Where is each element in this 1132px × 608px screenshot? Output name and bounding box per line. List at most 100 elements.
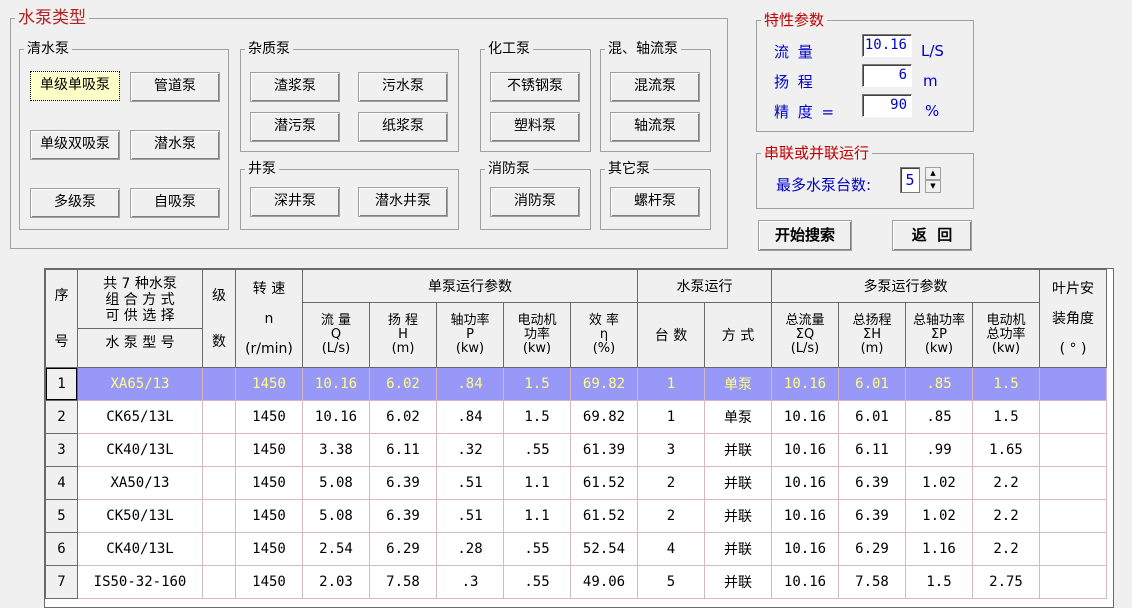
cell-total-flow[interactable]: 10.16 [771,532,839,566]
back-button[interactable]: 返 回 [892,220,972,251]
cell-shaft-power[interactable]: .84 [436,400,504,434]
row-index[interactable]: 6 [45,532,78,566]
table-row[interactable]: 1 XA65/13 1450 10.16 6.02 .84 1.5 69.82 … [45,367,1107,401]
cell-blade-angle[interactable] [1039,400,1107,434]
cell-head[interactable]: 6.02 [369,400,437,434]
cell-efficiency[interactable]: 49.06 [570,565,638,599]
cell-blade-angle[interactable] [1039,499,1107,533]
spin-up-icon[interactable]: ▲ [925,167,941,180]
row-index[interactable]: 5 [45,499,78,533]
single-stage-single-suction-button[interactable]: 单级单吸泵 [30,71,120,101]
cell-speed[interactable]: 1450 [235,499,303,533]
spin-down-icon[interactable]: ▼ [925,180,941,193]
cell-speed[interactable]: 1450 [235,433,303,467]
cell-total-head[interactable]: 6.39 [838,499,906,533]
cell-total-motor-power[interactable]: 2.75 [972,565,1040,599]
cell-flow[interactable]: 5.08 [302,499,370,533]
cell-head[interactable]: 6.02 [369,367,437,401]
accuracy-input[interactable]: 90 [862,94,912,117]
cell-total-head[interactable]: 6.39 [838,466,906,500]
table-row[interactable]: 6 CK40/13L 1450 2.54 6.29 .28 .55 52.54 … [45,532,1107,566]
cell-blade-angle[interactable] [1039,433,1107,467]
submersible-sewage-pump-button[interactable]: 潜污泵 [250,112,340,142]
cell-speed[interactable]: 1450 [235,400,303,434]
table-row[interactable]: 5 CK50/13L 1450 5.08 6.39 .51 1.1 61.52 … [45,499,1107,533]
pipeline-pump-button[interactable]: 管道泵 [130,72,220,102]
cell-model[interactable]: XA65/13 [77,367,203,401]
cell-blade-angle[interactable] [1039,565,1107,599]
plastic-pump-button[interactable]: 塑料泵 [490,112,580,142]
cell-motor-power[interactable]: 1.1 [503,499,571,533]
cell-model[interactable]: CK50/13L [77,499,203,533]
cell-flow[interactable]: 3.38 [302,433,370,467]
cell-head[interactable]: 6.29 [369,532,437,566]
row-index[interactable]: 7 [45,565,78,599]
cell-speed[interactable]: 1450 [235,466,303,500]
cell-count[interactable]: 4 [637,532,705,566]
cell-total-motor-power[interactable]: 2.2 [972,532,1040,566]
cell-model[interactable]: CK40/13L [77,532,203,566]
cell-count[interactable]: 5 [637,565,705,599]
cell-total-shaft-power[interactable]: 1.02 [905,499,973,533]
cell-motor-power[interactable]: 1.1 [503,466,571,500]
cell-total-shaft-power[interactable]: 1.16 [905,532,973,566]
submersible-pump-button[interactable]: 潜水泵 [130,130,220,160]
cell-total-shaft-power[interactable]: 1.02 [905,466,973,500]
cell-mode[interactable]: 并联 [704,466,772,500]
cell-total-motor-power[interactable]: 2.2 [972,466,1040,500]
single-stage-double-suction-button[interactable]: 单级双吸泵 [30,130,120,160]
cell-total-head[interactable]: 6.11 [838,433,906,467]
cell-flow[interactable]: 5.08 [302,466,370,500]
cell-motor-power[interactable]: 1.5 [503,400,571,434]
cell-count[interactable]: 1 [637,400,705,434]
flow-input[interactable]: 10.16 [862,34,912,57]
cell-total-shaft-power[interactable]: .85 [905,367,973,401]
sewage-pump-button[interactable]: 污水泵 [358,72,448,102]
cell-stage[interactable] [202,400,236,434]
cell-efficiency[interactable]: 61.52 [570,466,638,500]
cell-model[interactable]: CK65/13L [77,400,203,434]
cell-head[interactable]: 7.58 [369,565,437,599]
cell-stage[interactable] [202,466,236,500]
cell-total-shaft-power[interactable]: .85 [905,400,973,434]
cell-total-flow[interactable]: 10.16 [771,433,839,467]
cell-count[interactable]: 1 [637,367,705,401]
cell-motor-power[interactable]: .55 [503,565,571,599]
slurry-pump-button[interactable]: 渣浆泵 [250,72,340,102]
cell-blade-angle[interactable] [1039,532,1107,566]
cell-efficiency[interactable]: 69.82 [570,400,638,434]
cell-motor-power[interactable]: 1.5 [503,367,571,401]
cell-total-shaft-power[interactable]: .99 [905,433,973,467]
cell-total-motor-power[interactable]: 1.5 [972,367,1040,401]
cell-speed[interactable]: 1450 [235,565,303,599]
cell-flow[interactable]: 2.54 [302,532,370,566]
cell-total-shaft-power[interactable]: 1.5 [905,565,973,599]
multistage-pump-button[interactable]: 多级泵 [30,188,120,218]
cell-total-head[interactable]: 6.01 [838,400,906,434]
cell-total-motor-power[interactable]: 2.2 [972,499,1040,533]
cell-efficiency[interactable]: 52.54 [570,532,638,566]
cell-speed[interactable]: 1450 [235,367,303,401]
cell-stage[interactable] [202,532,236,566]
cell-shaft-power[interactable]: .28 [436,532,504,566]
cell-head[interactable]: 6.11 [369,433,437,467]
cell-efficiency[interactable]: 61.52 [570,499,638,533]
row-index[interactable]: 3 [45,433,78,467]
cell-shaft-power[interactable]: .3 [436,565,504,599]
cell-count[interactable]: 2 [637,466,705,500]
cell-speed[interactable]: 1450 [235,532,303,566]
mixed-flow-pump-button[interactable]: 混流泵 [610,72,700,102]
submersible-well-pump-button[interactable]: 潜水井泵 [358,187,448,217]
cell-mode[interactable]: 并联 [704,565,772,599]
deep-well-pump-button[interactable]: 深井泵 [250,187,340,217]
cell-total-motor-power[interactable]: 1.65 [972,433,1040,467]
cell-total-flow[interactable]: 10.16 [771,499,839,533]
paper-pulp-pump-button[interactable]: 纸浆泵 [358,112,448,142]
cell-mode[interactable]: 并联 [704,433,772,467]
table-row[interactable]: 2 CK65/13L 1450 10.16 6.02 .84 1.5 69.82… [45,400,1107,434]
cell-head[interactable]: 6.39 [369,466,437,500]
cell-count[interactable]: 3 [637,433,705,467]
cell-total-motor-power[interactable]: 1.5 [972,400,1040,434]
cell-model[interactable]: XA50/13 [77,466,203,500]
table-row[interactable]: 3 CK40/13L 1450 3.38 6.11 .32 .55 61.39 … [45,433,1107,467]
